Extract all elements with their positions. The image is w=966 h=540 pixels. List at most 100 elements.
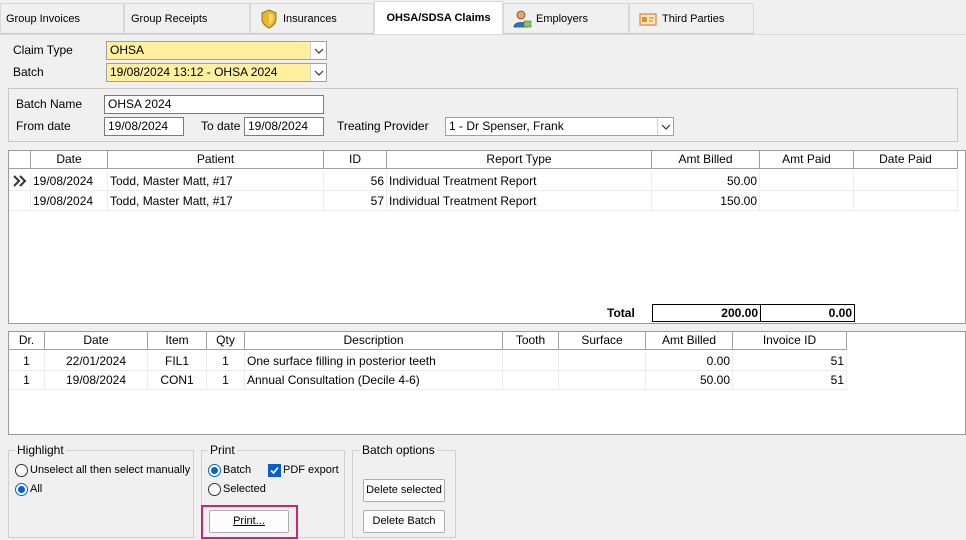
table-cell[interactable]: 19/08/2024 [31,171,108,191]
table-cell[interactable]: 150.00 [652,191,760,211]
table-cell[interactable]: 0.00 [646,352,733,371]
table-cell[interactable]: 22/01/2024 [45,352,148,371]
radio-all[interactable] [15,483,28,496]
batch-select[interactable]: 19/08/2024 13:12 - OHSA 2024 [106,63,327,82]
radio-print-batch-label[interactable]: Batch [223,464,251,476]
print-button[interactable]: Print... [209,510,289,533]
col-header-description[interactable]: Description [245,332,503,350]
table-cell[interactable] [854,171,958,191]
print-button-label: Print... [233,515,265,527]
to-date-value: 19/08/2024 [248,119,309,133]
to-date-input[interactable]: 19/08/2024 [244,117,324,136]
table-cell[interactable]: FIL1 [148,352,207,371]
radio-unselect-manual[interactable] [15,464,28,477]
table-cell[interactable]: 51 [733,371,847,390]
table-cell[interactable]: Todd, Master Matt, #17 [108,171,324,191]
batch-name-label: Batch Name [16,97,83,111]
radio-print-batch[interactable] [208,464,221,477]
tab-bar: Group Invoices Group Receipts Insurances… [0,0,966,34]
col-header-amt-billed[interactable]: Amt Billed [652,151,760,169]
tab-label: Insurances [283,12,337,25]
table-cell[interactable]: Annual Consultation (Decile 4-6) [245,371,503,390]
current-row-indicator-icon [9,171,31,191]
table-cell[interactable]: 1 [207,352,245,371]
tab-employers[interactable]: Employers [503,3,629,34]
tab-label: Group Invoices [6,12,80,25]
table-cell[interactable] [559,352,646,371]
chevron-down-icon[interactable] [310,64,326,81]
tab-ohsa-sdsa-claims[interactable]: OHSA/SDSA Claims [374,1,503,34]
tab-group-invoices[interactable]: Group Invoices [0,3,124,34]
col-header-date-paid[interactable]: Date Paid [854,151,958,169]
col-header-report-type[interactable]: Report Type [387,151,652,169]
claim-type-label: Claim Type [13,43,73,57]
chevron-down-icon[interactable] [310,42,326,59]
table-cell[interactable] [760,171,854,191]
col-header-amt-billed[interactable]: Amt Billed [646,332,733,350]
table-cell[interactable]: 19/08/2024 [31,191,108,211]
batch-options-title: Batch options [360,443,437,457]
to-date-label: To date [201,119,241,133]
radio-all-label[interactable]: All [30,483,42,495]
items-grid: Dr. Date Item Qty Description Tooth Surf… [8,331,966,435]
col-header-dr[interactable]: Dr. [9,332,45,350]
radio-print-selected[interactable] [208,483,221,496]
col-header-patient[interactable]: Patient [108,151,324,169]
table-cell[interactable]: 1 [207,371,245,390]
pdf-export-label[interactable]: PDF export [283,464,339,476]
table-cell[interactable]: 1 [9,352,45,371]
person-icon [512,9,532,29]
pdf-export-checkbox[interactable] [268,464,281,477]
tab-group-receipts[interactable]: Group Receipts [124,3,250,34]
batch-value: 19/08/2024 13:12 - OHSA 2024 [110,65,278,79]
table-cell[interactable]: Todd, Master Matt, #17 [108,191,324,211]
table-cell[interactable]: 1 [9,371,45,390]
col-header-id[interactable]: ID [324,151,387,169]
table-cell[interactable]: 50.00 [652,171,760,191]
from-date-value: 19/08/2024 [108,119,169,133]
table-cell[interactable] [854,191,958,211]
treating-provider-value: 1 - Dr Spenser, Frank [449,119,564,133]
claim-type-select[interactable]: OHSA [106,41,327,60]
tab-label: Employers [536,12,588,25]
from-date-input[interactable]: 19/08/2024 [104,117,184,136]
radio-print-selected-label[interactable]: Selected [223,483,266,495]
col-header-amt-paid[interactable]: Amt Paid [760,151,854,169]
check-icon [270,466,279,475]
table-cell[interactable]: 50.00 [646,371,733,390]
table-cell[interactable]: 56 [324,171,387,191]
col-header-qty[interactable]: Qty [207,332,245,350]
col-header-date[interactable]: Date [45,332,148,350]
table-cell[interactable]: Individual Treatment Report [387,191,652,211]
table-cell[interactable]: 51 [733,352,847,371]
batch-name-input[interactable]: OHSA 2024 [104,95,324,114]
tab-third-parties[interactable]: Third Parties [629,3,754,34]
table-cell[interactable]: 57 [324,191,387,211]
table-cell[interactable]: One surface filling in posterior teeth [245,352,503,371]
table-cell[interactable] [503,371,559,390]
col-header-item[interactable]: Item [148,332,207,350]
tab-insurances[interactable]: Insurances [250,3,374,34]
col-header-date[interactable]: Date [31,151,108,169]
total-label: Total [607,306,635,320]
table-cell[interactable]: 19/08/2024 [45,371,148,390]
claim-type-value: OHSA [110,43,145,57]
table-cell[interactable] [760,191,854,211]
delete-selected-button[interactable]: Delete selected [363,479,445,502]
tab-label: OHSA/SDSA Claims [386,11,491,24]
table-cell[interactable] [503,352,559,371]
col-header-invoice-id[interactable]: Invoice ID [733,332,847,350]
table-cell[interactable]: Individual Treatment Report [387,171,652,191]
table-cell[interactable] [559,371,646,390]
from-date-label: From date [16,119,71,133]
table-cell[interactable]: CON1 [148,371,207,390]
row-indicator [9,191,31,211]
chevron-down-icon[interactable] [657,118,673,135]
radio-unselect-manual-label[interactable]: Unselect all then select manually [30,464,190,476]
delete-batch-button[interactable]: Delete Batch [363,510,445,533]
treating-provider-select[interactable]: 1 - Dr Spenser, Frank [445,117,674,136]
shield-icon [259,8,279,29]
tab-label: Group Receipts [131,12,208,25]
col-header-surface[interactable]: Surface [559,332,646,350]
col-header-tooth[interactable]: Tooth [503,332,559,350]
